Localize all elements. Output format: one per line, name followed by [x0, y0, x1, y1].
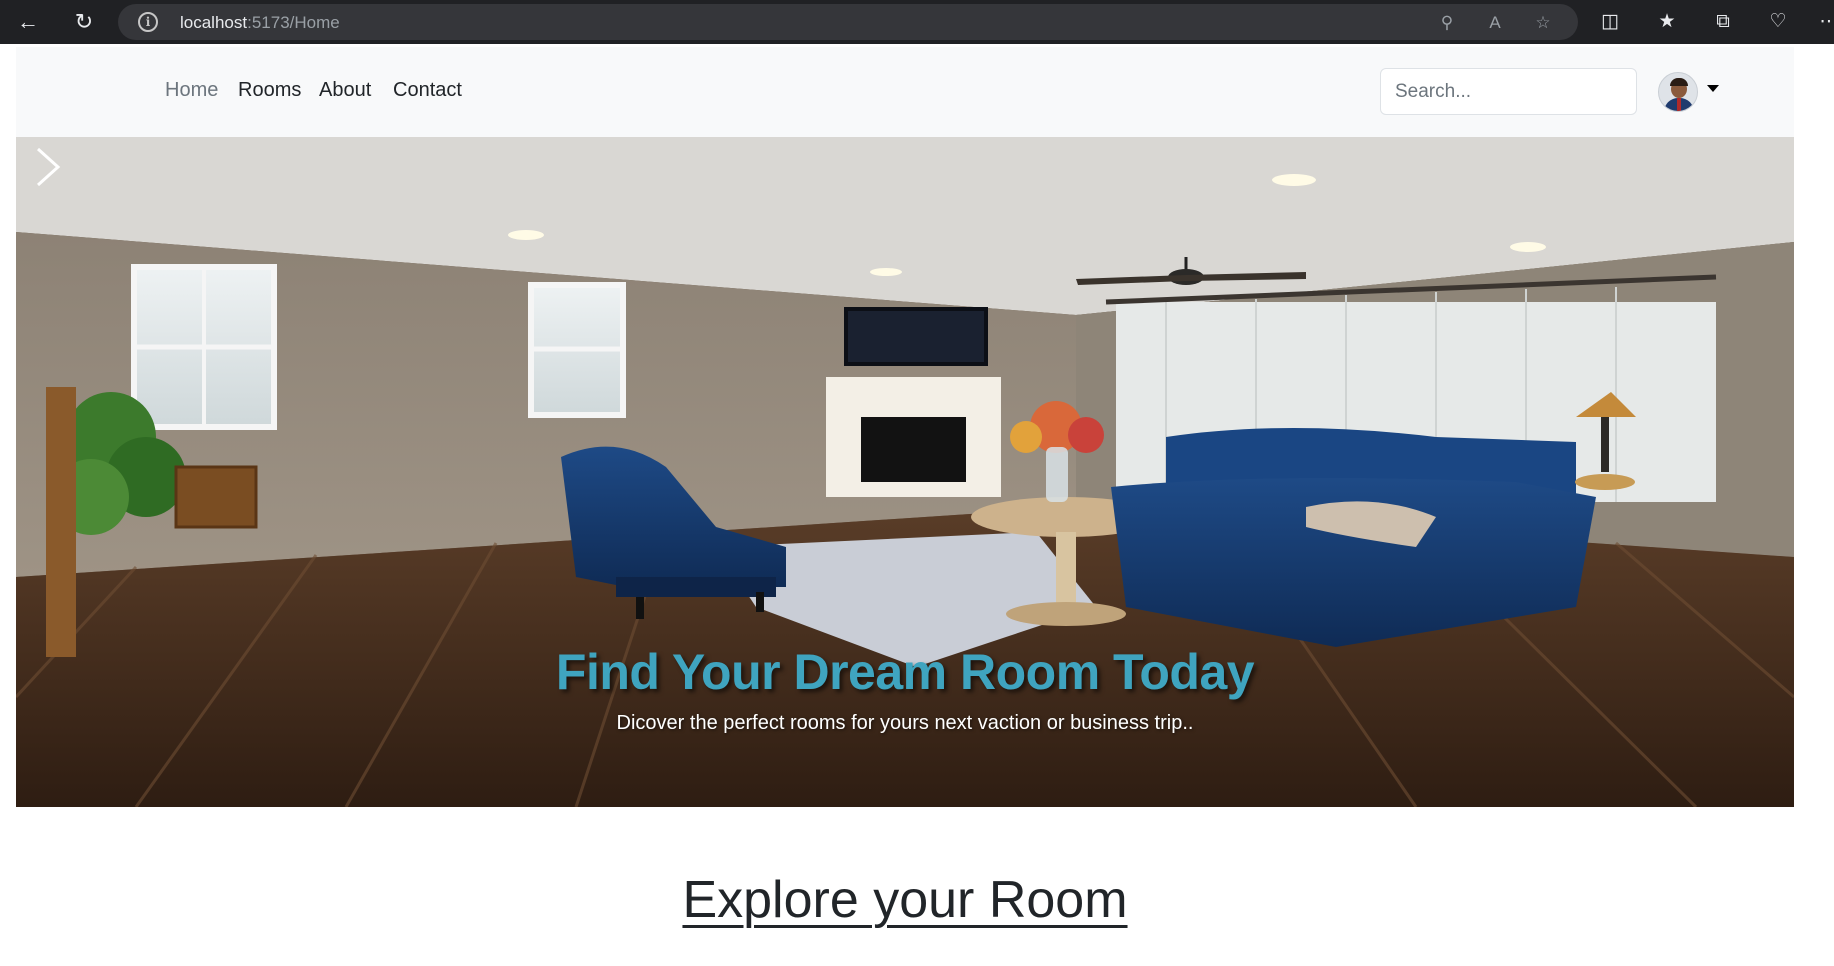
read-aloud-icon[interactable]: A [1484, 12, 1506, 34]
browser-health-icon[interactable]: ♡ [1765, 9, 1791, 35]
site-info-icon[interactable]: i [138, 12, 158, 32]
more-menu-icon[interactable]: ⋯ [1816, 9, 1834, 35]
ceiling-light [1510, 242, 1546, 252]
stained-glass-side-table [174, 465, 258, 529]
back-arrow-icon[interactable]: ← [14, 8, 42, 36]
url-path: :5173/Home [247, 13, 340, 32]
hero-title: Find Your Dream Room Today [555, 644, 1255, 700]
split-screen-icon[interactable]: ◫ [1597, 9, 1623, 35]
favorite-star-icon[interactable]: ☆ [1532, 12, 1554, 34]
nav-link-contact[interactable]: Contact [393, 79, 462, 102]
user-dropdown-caret-icon[interactable] [1707, 85, 1719, 92]
user-avatar[interactable] [1658, 72, 1698, 112]
nav-link-about[interactable]: About [319, 79, 371, 102]
page-content: Home Rooms About Contact Search... Find … [16, 47, 1794, 966]
hero-room-image [16, 137, 1794, 807]
reload-icon[interactable]: ↻ [70, 8, 98, 36]
nav-link-rooms[interactable]: Rooms [238, 79, 301, 102]
collections-icon[interactable]: ⧉ [1710, 9, 1736, 35]
avatar-hair [1670, 78, 1688, 86]
hero-subtitle: Dicover the perfect rooms for yours next… [616, 712, 1194, 734]
browser-toolbar: ← ↻ i localhost:5173/Home ⚲ A ☆ ◫ ★ ⧉ ♡ … [0, 0, 1834, 44]
address-bar[interactable]: i localhost:5173/Home ⚲ A ☆ [118, 4, 1578, 40]
nav-link-home[interactable]: Home [165, 79, 218, 102]
wall-tv [844, 307, 988, 366]
search-input[interactable] [1380, 68, 1637, 115]
key-icon[interactable]: ⚲ [1436, 12, 1458, 34]
ceiling-light [870, 268, 902, 276]
favorites-icon[interactable]: ★ [1654, 9, 1680, 35]
fireplace-insert [861, 417, 966, 482]
carousel-next-chevron-icon[interactable] [16, 137, 76, 197]
address-url[interactable]: localhost:5173/Home [180, 13, 340, 33]
avatar-tie [1677, 98, 1681, 111]
navbar: Home Rooms About Contact [16, 47, 1794, 137]
blue-sectional-sofa [1111, 428, 1596, 647]
ceiling-light [1272, 174, 1316, 186]
section-title: Explore your Room [682, 871, 1128, 929]
ceiling-light [508, 230, 544, 240]
url-host: localhost [180, 13, 248, 32]
hero-carousel: Find Your Dream Room Today Dicover the p… [16, 137, 1794, 807]
